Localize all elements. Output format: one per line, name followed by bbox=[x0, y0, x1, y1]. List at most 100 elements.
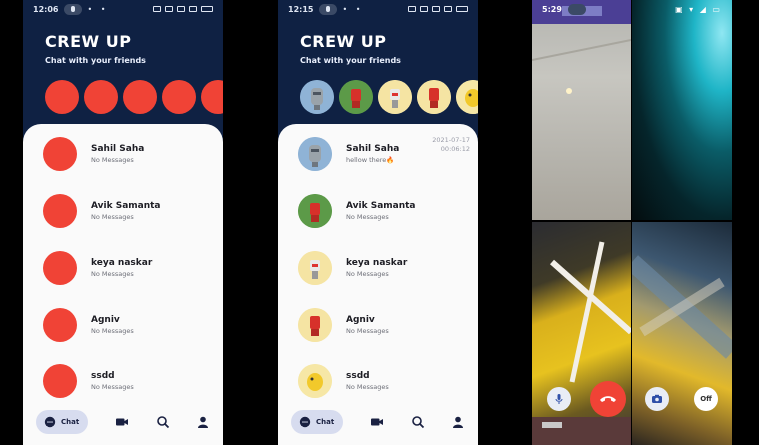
contact-name: Avik Samanta bbox=[346, 201, 416, 211]
story-strip[interactable] bbox=[45, 80, 223, 114]
story-avatar-green[interactable] bbox=[339, 80, 373, 114]
person-icon[interactable] bbox=[196, 415, 210, 429]
app-title: CREW UP bbox=[45, 32, 132, 51]
video-camera-icon[interactable] bbox=[370, 415, 384, 429]
message-timestamp: 2021-07-17 00:06:12 bbox=[432, 134, 470, 154]
video-tile-local[interactable] bbox=[532, 0, 631, 220]
person-icon[interactable] bbox=[451, 415, 465, 429]
message-date: 2021-07-17 bbox=[432, 136, 470, 144]
chat-list-item[interactable]: Agniv No Messages bbox=[298, 305, 470, 345]
contact-name: ssdd bbox=[346, 371, 370, 381]
notification-dots-icon: • • bbox=[87, 4, 109, 14]
chat-list-item[interactable]: Sahil Saha hellow there🔥 2021-07-17 00:06:… bbox=[298, 134, 470, 174]
contact-name: ssdd bbox=[91, 371, 115, 381]
chat-list-item[interactable]: ssdd No Messages bbox=[298, 361, 470, 401]
screenshot-stage: 12:06 • • CREW UP Chat with your friends bbox=[0, 0, 759, 445]
chat-list-item[interactable]: Avik Samanta No Messages bbox=[298, 191, 470, 231]
headset-icon bbox=[153, 6, 161, 12]
signal-icon bbox=[444, 6, 452, 12]
avatar bbox=[43, 308, 77, 342]
story-avatar-yellow-2[interactable] bbox=[417, 80, 451, 114]
last-message: hellow there🔥 bbox=[346, 156, 395, 164]
story-avatar[interactable] bbox=[123, 80, 157, 114]
character-avatar-icon bbox=[298, 308, 332, 342]
mute-mic-button[interactable] bbox=[547, 387, 571, 411]
character-avatar-icon bbox=[298, 251, 332, 285]
nav-chat-label: Chat bbox=[316, 418, 335, 426]
story-avatar[interactable] bbox=[162, 80, 196, 114]
story-avatar-yellow[interactable] bbox=[378, 80, 412, 114]
alarm-icon bbox=[165, 6, 173, 12]
story-avatar[interactable] bbox=[84, 80, 118, 114]
story-avatar-robot[interactable] bbox=[300, 80, 334, 114]
mic-indicator-icon bbox=[567, 3, 586, 15]
video-tile-remote-3[interactable] bbox=[632, 222, 732, 445]
contact-name: Avik Samanta bbox=[91, 201, 161, 211]
contact-name: Agniv bbox=[346, 315, 375, 325]
last-message: No Messages bbox=[91, 156, 134, 164]
contact-name: Sahil Saha bbox=[346, 144, 400, 154]
signal-icon bbox=[189, 6, 197, 12]
app-subtitle: Chat with your friends bbox=[45, 56, 146, 65]
contact-name: keya naskar bbox=[91, 258, 153, 268]
status-bar: 12:06 • • bbox=[23, 0, 223, 18]
status-bar: 12:15 • • bbox=[278, 0, 478, 18]
status-icons: ▣ ▾ ◢ ▭ bbox=[675, 4, 722, 14]
chat-list-item[interactable]: Avik Samanta No Messages bbox=[43, 191, 215, 231]
last-message: No Messages bbox=[91, 213, 134, 221]
status-bar: 5:29 ▣ ▾ ◢ ▭ bbox=[532, 0, 732, 18]
video-tile-remote-1[interactable] bbox=[632, 0, 732, 220]
story-strip[interactable] bbox=[300, 80, 478, 114]
contact-name: Agniv bbox=[91, 315, 120, 325]
switch-camera-button[interactable] bbox=[645, 387, 669, 411]
notification-dots-icon: • • bbox=[342, 4, 364, 14]
nav-chat-label: Chat bbox=[61, 418, 80, 426]
wifi-icon bbox=[177, 6, 185, 12]
video-call-screen: 5:29 ▣ ▾ ◢ ▭ Off bbox=[532, 0, 732, 445]
avatar bbox=[43, 137, 77, 171]
character-avatar-icon bbox=[298, 194, 332, 228]
end-call-button[interactable] bbox=[590, 381, 626, 417]
avatar bbox=[298, 251, 332, 285]
search-icon[interactable] bbox=[411, 415, 425, 429]
story-avatar-yellow-3[interactable] bbox=[456, 80, 478, 114]
app-subtitle: Chat with your friends bbox=[300, 56, 401, 65]
chat-list-item[interactable]: Sahil Saha No Messages bbox=[43, 134, 215, 174]
video-feed-image bbox=[532, 0, 631, 94]
chat-list-item[interactable]: keya naskar No Messages bbox=[43, 248, 215, 288]
chat-list-sheet: Sahil Saha hellow there🔥 2021-07-17 00:06:… bbox=[278, 124, 478, 445]
mic-indicator-icon bbox=[319, 3, 338, 15]
app-title: CREW UP bbox=[300, 32, 387, 51]
status-time: 12:06 bbox=[33, 4, 59, 14]
story-avatar[interactable] bbox=[201, 80, 223, 114]
chat-bubble-icon bbox=[44, 416, 56, 428]
status-icons bbox=[153, 6, 213, 12]
chat-list-item[interactable]: Agniv No Messages bbox=[43, 305, 215, 345]
chat-bubble-icon bbox=[299, 416, 311, 428]
robot-avatar-icon bbox=[298, 137, 332, 171]
chat-list-screen-1: 12:06 • • CREW UP Chat with your friends bbox=[23, 0, 223, 445]
mic-indicator-icon bbox=[64, 3, 83, 15]
contact-name: keya naskar bbox=[346, 258, 408, 268]
last-message: No Messages bbox=[91, 383, 134, 391]
avatar bbox=[43, 251, 77, 285]
robot-avatar-icon bbox=[300, 80, 334, 114]
avatar bbox=[43, 194, 77, 228]
video-off-button[interactable]: Off bbox=[694, 387, 718, 411]
video-camera-icon[interactable] bbox=[115, 415, 129, 429]
character-avatar-icon bbox=[339, 80, 373, 114]
last-message: No Messages bbox=[346, 327, 389, 335]
story-avatar[interactable] bbox=[45, 80, 79, 114]
character-avatar-icon bbox=[298, 364, 332, 398]
avatar bbox=[298, 364, 332, 398]
chat-list-screen-2: 12:15 • • CREW UP Chat with your friends bbox=[278, 0, 478, 445]
alarm-icon bbox=[420, 6, 428, 12]
character-avatar-icon bbox=[456, 80, 478, 114]
nav-chat-tab[interactable]: Chat bbox=[291, 410, 343, 434]
chat-list-item[interactable]: keya naskar No Messages bbox=[298, 248, 470, 288]
nav-chat-tab[interactable]: Chat bbox=[36, 410, 88, 434]
chat-list-item[interactable]: ssdd No Messages bbox=[43, 361, 215, 401]
video-feed-image bbox=[632, 255, 732, 359]
search-icon[interactable] bbox=[156, 415, 170, 429]
last-message: No Messages bbox=[91, 270, 134, 278]
